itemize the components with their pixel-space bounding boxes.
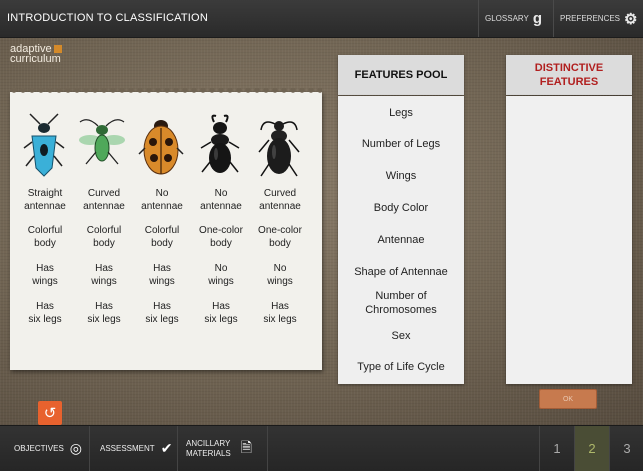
trait-legs-3: Has six legs <box>145 301 179 325</box>
glossary-label: GLOSSARY <box>485 14 529 23</box>
ancillary-label: ANCILLARY MATERIALS <box>186 438 231 458</box>
trait-antennae-3: No antennae <box>141 188 183 212</box>
feature-item-wings[interactable]: Wings <box>338 169 464 183</box>
feature-item-legs[interactable]: Legs <box>338 106 464 120</box>
trait-wings-2: Has wings <box>91 263 117 287</box>
assessment-label: ASSESSMENT <box>100 444 155 453</box>
app-title: INTRODUCTION TO CLASSIFICATION <box>7 12 208 24</box>
trait-body-4: One-color body <box>199 225 243 249</box>
trait-wings-4: No wings <box>208 263 234 287</box>
assessment-button[interactable]: ASSESSMENT ✔ <box>90 426 178 471</box>
feature-item-sex[interactable]: Sex <box>338 329 464 343</box>
page-3-button[interactable]: 3 <box>609 426 643 471</box>
torn-edge <box>10 88 322 96</box>
trait-body-2: Colorful body <box>86 225 122 249</box>
ancillary-materials-button[interactable]: ANCILLARY MATERIALS 🗎 <box>178 426 268 471</box>
trait-legs-5: Has six legs <box>263 301 297 325</box>
features-pool-title: FEATURES POOL <box>338 55 464 95</box>
trait-antennae-4: No antennae <box>200 188 242 212</box>
bottom-bar: OBJECTIVES ◎ ASSESSMENT ✔ ANCILLARY MATE… <box>0 425 643 471</box>
ok-button[interactable]: OK <box>539 389 597 409</box>
trait-wings-3: Has wings <box>149 263 175 287</box>
top-bar: INTRODUCTION TO CLASSIFICATION GLOSSARY … <box>0 0 643 38</box>
feature-item-antennae[interactable]: Antennae <box>338 233 464 247</box>
trait-wings-1: Has wings <box>32 263 58 287</box>
insect-image-blue-beetle[interactable] <box>20 112 68 182</box>
feature-item-number-of-legs[interactable]: Number of Legs <box>338 137 464 151</box>
feature-item-shape-of-antennae[interactable]: Shape of Antennae <box>338 265 464 279</box>
preferences-label: PREFERENCES <box>560 14 621 23</box>
trait-legs-4: Has six legs <box>204 301 238 325</box>
reset-icon[interactable]: ↺ <box>38 401 62 425</box>
glossary-icon: g <box>532 10 543 27</box>
objectives-button[interactable]: OBJECTIVES ◎ <box>0 426 90 471</box>
features-pool-list: Legs Number of Legs Wings Body Color Ant… <box>338 96 464 384</box>
gear-icon: ⚙ <box>624 10 638 28</box>
logo: adaptive curriculum <box>10 44 62 65</box>
document-icon: 🗎 <box>240 438 253 455</box>
page-2-button[interactable]: 2 <box>574 426 609 471</box>
trait-antennae-1: Straight antennae <box>24 188 66 212</box>
checkmark-icon: ✔ <box>160 440 173 456</box>
trait-wings-5: No wings <box>267 263 293 287</box>
trait-antennae-2: Curved antennae <box>83 188 125 212</box>
trait-body-5: One-color body <box>258 225 302 249</box>
glossary-button[interactable]: GLOSSARY g <box>478 0 548 37</box>
preferences-button[interactable]: PREFERENCES ⚙ <box>553 0 643 37</box>
trait-body-1: Colorful body <box>27 225 63 249</box>
objectives-label: OBJECTIVES <box>14 444 64 453</box>
insect-image-green-fly[interactable] <box>78 112 126 182</box>
trait-legs-2: Has six legs <box>87 301 121 325</box>
trait-legs-1: Has six legs <box>28 301 62 325</box>
feature-item-type-of-life-cycle[interactable]: Type of Life Cycle <box>338 360 464 374</box>
logo-line2: curriculum <box>10 53 61 65</box>
distinctive-features-title: DISTINCTIVE FEATURES <box>506 55 632 95</box>
insect-image-black-weevil[interactable] <box>255 112 303 182</box>
page-1-button[interactable]: 1 <box>539 426 574 471</box>
distinctive-features-dropzone[interactable] <box>506 96 632 384</box>
insect-image-black-stag-beetle[interactable] <box>196 112 244 182</box>
insect-image-orange-beetle[interactable] <box>137 112 185 182</box>
trait-body-3: Colorful body <box>144 225 180 249</box>
target-icon: ◎ <box>69 440 83 456</box>
feature-item-body-color[interactable]: Body Color <box>338 201 464 215</box>
feature-item-number-of-chromosomes[interactable]: Number of Chromosomes <box>353 289 449 317</box>
trait-antennae-5: Curved antennae <box>259 188 301 212</box>
